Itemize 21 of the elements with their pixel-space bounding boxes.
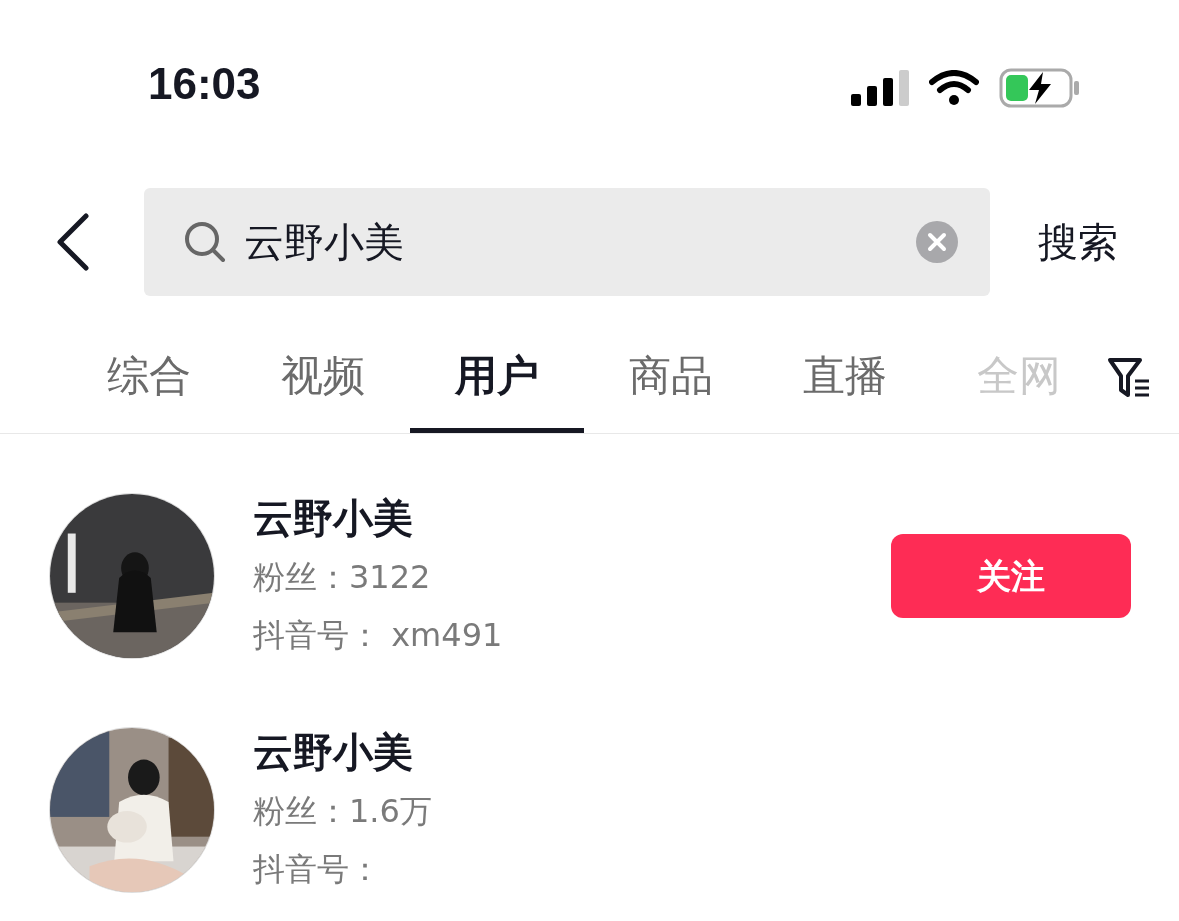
search-button[interactable]: 搜索 [1038, 212, 1118, 272]
wifi-icon [929, 70, 979, 106]
account-id: 抖音号： xm491 [253, 615, 504, 656]
user-name: 云野小美 [253, 728, 414, 777]
status-time: 16:03 [148, 62, 261, 106]
search-field[interactable]: 云野小美 [144, 188, 990, 296]
signal-icon [851, 70, 909, 106]
tab[interactable]: 直播 [758, 322, 932, 433]
fan-count: 粉丝：1.6万 [253, 791, 433, 832]
search-icon [184, 221, 226, 263]
account-id: 抖音号： [253, 849, 382, 890]
fan-count: 粉丝：3122 [253, 557, 432, 598]
tab[interactable]: 视频 [236, 322, 410, 433]
battery-icon [999, 68, 1081, 108]
filter-icon[interactable] [1107, 356, 1151, 399]
tab[interactable]: 用户 [410, 322, 584, 433]
follow-button[interactable]: 关注 [891, 534, 1131, 618]
tab[interactable]: 商品 [584, 322, 758, 433]
back-icon [54, 212, 90, 272]
user-name: 云野小美 [253, 494, 414, 543]
tab[interactable]: 综合 [62, 322, 236, 433]
